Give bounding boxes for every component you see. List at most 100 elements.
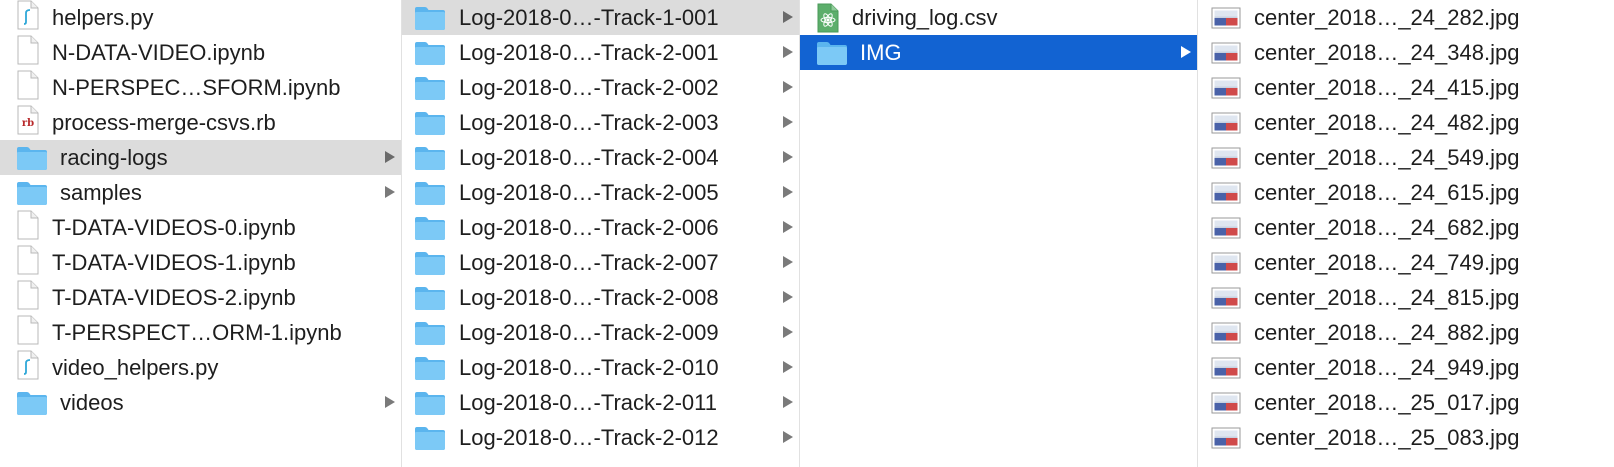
jpg-image-icon [1211,181,1241,205]
disclosure-arrow-icon [385,396,395,408]
folder-icon [414,250,446,276]
file-row-t-data-videos-0-ipynb[interactable]: T-DATA-VIDEOS-0.ipynb [0,210,401,245]
file-row-center-2018-24-348-jpg[interactable]: center_2018…_24_348.jpg [1198,35,1614,70]
folder-row-log-2018-0-track-2-011[interactable]: Log-2018-0…-Track-2-011 [402,385,799,420]
folder-row-log-2018-0-track-2-002[interactable]: Log-2018-0…-Track-2-002 [402,70,799,105]
document-icon [16,245,40,281]
file-row-center-2018-24-949-jpg[interactable]: center_2018…_24_949.jpg [1198,350,1614,385]
file-row-n-data-video-ipynb[interactable]: N-DATA-VIDEO.ipynb [0,35,401,70]
folder-row-log-2018-0-track-2-001[interactable]: Log-2018-0…-Track-2-001 [402,35,799,70]
item-name: center_2018…_24_549.jpg [1254,144,1520,170]
column-3[interactable]: driving_log.csv IMG [800,0,1198,467]
jpg-image-icon [1211,426,1241,450]
folder-icon [414,425,446,451]
python-file-icon [16,350,40,386]
file-row-center-2018-24-482-jpg[interactable]: center_2018…_24_482.jpg [1198,105,1614,140]
item-name: center_2018…_24_949.jpg [1254,354,1520,380]
folder-row-log-2018-0-track-2-009[interactable]: Log-2018-0…-Track-2-009 [402,315,799,350]
folder-row-log-2018-0-track-1-001[interactable]: Log-2018-0…-Track-1-001 [402,0,799,35]
item-name: T-PERSPECT…ORM-1.ipynb [52,319,342,345]
folder-icon [816,40,848,66]
folder-icon [414,320,446,346]
item-name: samples [60,179,142,205]
disclosure-arrow-icon [385,186,395,198]
file-row-center-2018-24-882-jpg[interactable]: center_2018…_24_882.jpg [1198,315,1614,350]
folder-row-log-2018-0-track-2-004[interactable]: Log-2018-0…-Track-2-004 [402,140,799,175]
item-name: center_2018…_24_282.jpg [1254,4,1520,30]
file-row-center-2018-24-682-jpg[interactable]: center_2018…_24_682.jpg [1198,210,1614,245]
column-4[interactable]: center_2018…_24_282.jpg center_2018…_24_3… [1198,0,1614,467]
folder-row-log-2018-0-track-2-007[interactable]: Log-2018-0…-Track-2-007 [402,245,799,280]
folder-icon [16,390,48,416]
item-name: T-DATA-VIDEOS-1.ipynb [52,249,296,275]
item-name: Log-2018-0…-Track-1-001 [459,4,719,30]
folder-row-log-2018-0-track-2-010[interactable]: Log-2018-0…-Track-2-010 [402,350,799,385]
folder-row-log-2018-0-track-2-006[interactable]: Log-2018-0…-Track-2-006 [402,210,799,245]
folder-row-img[interactable]: IMG [800,35,1197,70]
file-row-center-2018-24-815-jpg[interactable]: center_2018…_24_815.jpg [1198,280,1614,315]
file-row-center-2018-25-017-jpg[interactable]: center_2018…_25_017.jpg [1198,385,1614,420]
folder-row-racing-logs[interactable]: racing-logs [0,140,401,175]
column-2[interactable]: Log-2018-0…-Track-1-001 Log-2018-0…-Track… [402,0,800,467]
jpg-image-icon [1211,356,1241,380]
file-row-center-2018-24-749-jpg[interactable]: center_2018…_24_749.jpg [1198,245,1614,280]
folder-icon [414,40,446,66]
folder-row-videos[interactable]: videos [0,385,401,420]
folder-icon [414,110,446,136]
file-row-n-perspec-sform-ipynb[interactable]: N-PERSPEC…SFORM.ipynb [0,70,401,105]
item-name: Log-2018-0…-Track-2-008 [459,284,719,310]
item-name: IMG [860,39,902,65]
disclosure-arrow-icon [1181,46,1191,58]
file-row-process-merge-csvs-rb[interactable]: rb process-merge-csvs.rb [0,105,401,140]
item-name: N-DATA-VIDEO.ipynb [52,39,266,65]
file-row-center-2018-24-549-jpg[interactable]: center_2018…_24_549.jpg [1198,140,1614,175]
item-name: center_2018…_25_017.jpg [1254,389,1520,415]
folder-icon [414,180,446,206]
item-name: center_2018…_24_882.jpg [1254,319,1520,345]
file-row-center-2018-24-415-jpg[interactable]: center_2018…_24_415.jpg [1198,70,1614,105]
file-row-center-2018-25-083-jpg[interactable]: center_2018…_25_083.jpg [1198,420,1614,455]
item-name: center_2018…_25_083.jpg [1254,424,1520,450]
item-name: T-DATA-VIDEOS-2.ipynb [52,284,296,310]
jpg-image-icon [1211,76,1241,100]
file-row-center-2018-24-615-jpg[interactable]: center_2018…_24_615.jpg [1198,175,1614,210]
folder-row-log-2018-0-track-2-012[interactable]: Log-2018-0…-Track-2-012 [402,420,799,455]
file-row-t-data-videos-2-ipynb[interactable]: T-DATA-VIDEOS-2.ipynb [0,280,401,315]
disclosure-arrow-icon [783,326,793,338]
disclosure-arrow-icon [783,186,793,198]
item-name: Log-2018-0…-Track-2-003 [459,109,719,135]
csv-file-icon [816,3,840,33]
disclosure-arrow-icon [783,396,793,408]
ruby-file-icon: rb [16,105,40,141]
folder-row-log-2018-0-track-2-008[interactable]: Log-2018-0…-Track-2-008 [402,280,799,315]
item-name: center_2018…_24_615.jpg [1254,179,1520,205]
item-name: Log-2018-0…-Track-2-005 [459,179,719,205]
file-row-t-perspect-orm-1-ipynb[interactable]: T-PERSPECT…ORM-1.ipynb [0,315,401,350]
item-name: helpers.py [52,4,154,30]
disclosure-arrow-icon [783,256,793,268]
item-name: center_2018…_24_682.jpg [1254,214,1520,240]
item-name: T-DATA-VIDEOS-0.ipynb [52,214,296,240]
jpg-image-icon [1211,111,1241,135]
jpg-image-icon [1211,391,1241,415]
document-icon [16,35,40,71]
file-row-t-data-videos-1-ipynb[interactable]: T-DATA-VIDEOS-1.ipynb [0,245,401,280]
disclosure-arrow-icon [783,431,793,443]
folder-row-log-2018-0-track-2-003[interactable]: Log-2018-0…-Track-2-003 [402,105,799,140]
document-icon [16,280,40,316]
file-row-driving-log-csv[interactable]: driving_log.csv [800,0,1197,35]
file-row-center-2018-24-282-jpg[interactable]: center_2018…_24_282.jpg [1198,0,1614,35]
folder-row-log-2018-0-track-2-005[interactable]: Log-2018-0…-Track-2-005 [402,175,799,210]
item-name: Log-2018-0…-Track-2-012 [459,424,719,450]
jpg-image-icon [1211,6,1241,30]
item-name: process-merge-csvs.rb [52,109,276,135]
disclosure-arrow-icon [783,81,793,93]
disclosure-arrow-icon [783,116,793,128]
column-1[interactable]: helpers.py N-DATA-VIDEO.ipynb N-PERSPEC…SF… [0,0,402,467]
folder-icon [414,355,446,381]
folder-row-samples[interactable]: samples [0,175,401,210]
disclosure-arrow-icon [783,221,793,233]
file-row-video-helpers-py[interactable]: video_helpers.py [0,350,401,385]
jpg-image-icon [1211,146,1241,170]
file-row-helpers-py[interactable]: helpers.py [0,0,401,35]
